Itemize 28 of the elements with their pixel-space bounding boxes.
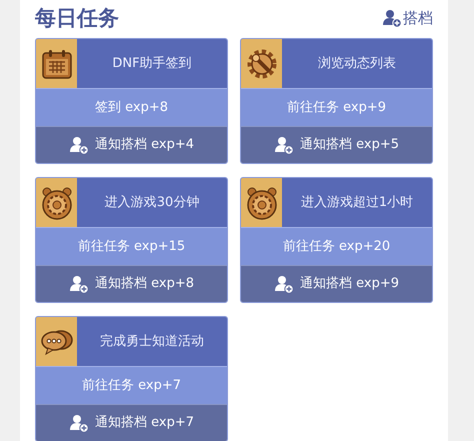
add-person-icon xyxy=(68,274,89,294)
task-name: 进入游戏30分钟 xyxy=(104,194,200,212)
partner-link[interactable]: 搭档 xyxy=(382,6,433,30)
add-person-icon xyxy=(274,135,294,155)
task-name: 浏览动态列表 xyxy=(317,54,397,73)
add-person-icon xyxy=(274,274,294,294)
notify-partner-button[interactable]: 通知搭档 exp+5 xyxy=(241,126,432,163)
task-name: 完成勇士知道活动 xyxy=(99,332,205,351)
alarm-clock-icon xyxy=(40,186,74,220)
notify-partner-button[interactable]: 通知搭档 exp+8 xyxy=(36,265,227,302)
task-action-button[interactable]: 签到 exp+8 xyxy=(36,88,227,126)
chat-bubbles-icon xyxy=(40,328,74,356)
add-person-icon xyxy=(68,413,89,433)
task-action-button[interactable]: 前往任务 exp+7 xyxy=(36,366,227,404)
task-action-button[interactable]: 前往任务 exp+20 xyxy=(241,227,432,265)
alarm-clock-icon xyxy=(244,186,278,220)
task-action-button[interactable]: 前往任务 exp+15 xyxy=(36,227,227,265)
task-action-button[interactable]: 前往任务 exp+9 xyxy=(241,88,432,126)
section-title: 每日任务 xyxy=(35,5,119,32)
add-person-icon xyxy=(68,135,89,155)
add-person-icon xyxy=(382,8,402,28)
task-name: DNF助手签到 xyxy=(111,54,193,73)
notify-partner-button[interactable]: 通知搭档 exp+4 xyxy=(36,126,227,163)
calendar-icon xyxy=(40,48,72,80)
notify-partner-button[interactable]: 通知搭档 exp+7 xyxy=(36,404,227,441)
notify-partner-button[interactable]: 通知搭档 exp+9 xyxy=(241,265,432,302)
gear-wrench-icon xyxy=(244,46,278,80)
task-name: 进入游戏超过1小时 xyxy=(300,194,414,212)
